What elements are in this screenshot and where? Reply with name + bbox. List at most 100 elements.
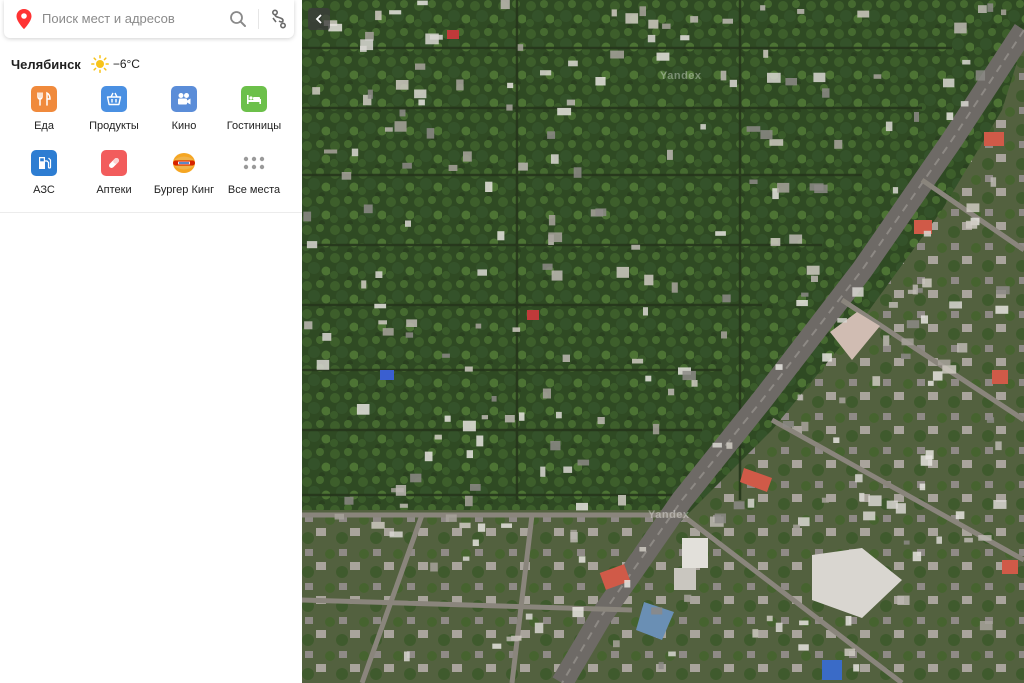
rooftop [464,366,473,372]
rooftop [964,537,973,543]
route-icon[interactable] [268,8,290,30]
rooftop [625,13,639,24]
rooftop [932,371,943,381]
rooftop [415,63,426,70]
rooftop [746,126,761,132]
rooftop [770,238,781,246]
rooftop [568,60,578,67]
collapse-panel-button[interactable] [308,8,330,30]
rooftop [822,353,832,362]
search-icon[interactable] [228,9,248,29]
rooftop [316,359,330,370]
rooftop [643,307,648,316]
rooftop [682,370,696,381]
rooftop [459,522,471,529]
rooftop [556,411,562,419]
rooftop [766,615,773,622]
rooftop [914,112,919,122]
rooftop [312,87,321,95]
category-label: Гостиницы [226,120,282,132]
rooftop [813,72,826,83]
rooftop [919,483,926,491]
category-pharmacy[interactable]: Аптеки [78,150,150,200]
rooftop [341,172,352,180]
rooftop [639,6,646,17]
rooftop [975,70,986,81]
category-label: Продукты [89,120,139,132]
rooftop [328,23,343,32]
rooftop [966,203,980,213]
rooftop [996,286,1010,295]
rooftop [613,640,620,648]
rooftop [782,421,794,428]
category-cinema[interactable]: Кино [148,86,220,136]
rooftop [785,78,797,86]
rooftop [886,500,898,509]
rooftop [497,231,505,241]
rooftop [955,511,965,520]
rooftop [715,231,726,236]
rooftop [760,130,773,140]
rooftop [577,459,590,466]
pill-icon [101,150,127,176]
map-canvas[interactable] [302,0,1024,683]
category-groceries[interactable]: Продукты [78,86,150,136]
rooftop [873,74,882,79]
rooftop [993,500,1007,509]
rooftop [712,442,722,448]
bed-icon [241,86,267,112]
temperature-value: −6°C [112,57,140,71]
rooftop [444,415,451,422]
search-bar[interactable]: Поиск мест и адресов [4,0,294,38]
rooftop [885,121,893,132]
rooftop [957,343,968,353]
rooftop [797,394,804,401]
category-food[interactable]: Еда [8,86,80,136]
rooftop [463,151,472,162]
rooftop [506,104,513,111]
fork-knife-icon [31,86,57,112]
rooftop [563,466,573,473]
rooftop [789,234,803,244]
rooftop [375,271,383,278]
rooftop [799,620,809,626]
rooftop [547,131,556,139]
rooftop [796,300,808,307]
rooftop [651,607,663,615]
rooftop [304,321,313,330]
rooftop [477,523,486,532]
rooftop [562,354,570,362]
search-input[interactable]: Поиск мест и адресов [42,11,175,26]
rooftop [618,495,626,506]
rooftop [375,10,382,21]
weather-widget[interactable]: Челябинск −6°C [11,55,140,73]
category-all-places[interactable]: Все места [218,150,290,200]
rooftop [442,353,450,358]
rooftop [395,485,407,496]
rooftop [475,323,482,329]
rooftop [306,241,318,249]
rooftop [897,595,910,605]
rooftop [363,204,373,214]
rooftop [906,320,920,329]
rooftop [965,220,978,229]
satellite-map[interactable]: Yandex Yandex [302,0,1024,683]
rooftop [979,621,993,631]
rooftop [853,664,860,672]
category-burger-king[interactable]: Бургер Кинг [148,150,220,200]
rooftop [907,289,917,294]
rooftop [995,441,1002,451]
rooftop [943,78,955,88]
rooftop [406,319,418,327]
category-gas-station[interactable]: АЗС [8,150,80,200]
rooftop [775,622,783,632]
rooftop [462,420,476,432]
rooftop [722,294,731,303]
rooftop [456,79,464,91]
rooftop [550,441,561,451]
category-hotels[interactable]: Гостиницы [218,86,290,136]
rooftop [426,128,435,139]
rooftop [798,644,809,651]
app-window: Поиск мест и адресов Челябинск −6°C Еда … [0,0,1024,683]
rooftop [714,513,726,524]
